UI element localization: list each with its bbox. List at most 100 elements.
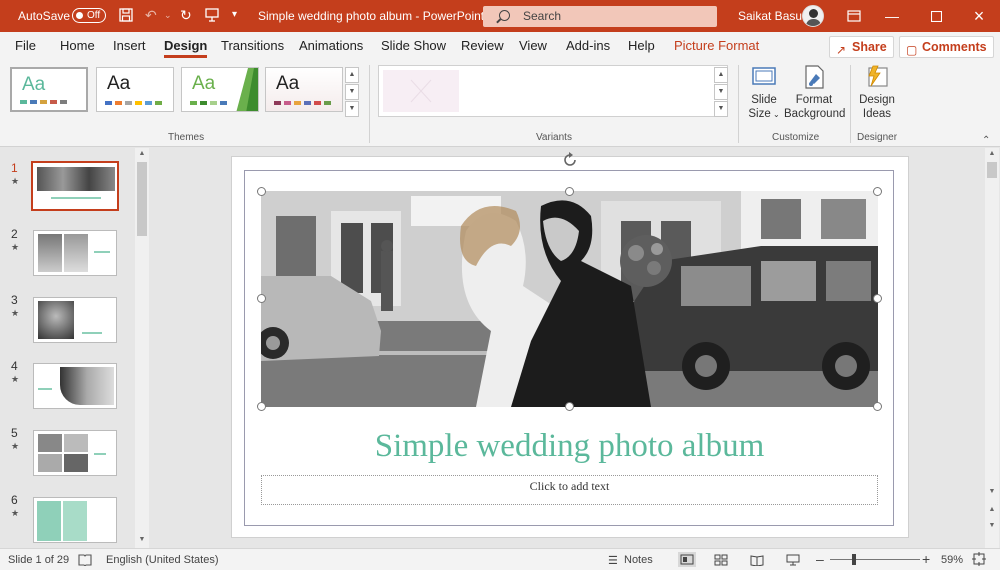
resize-handle-bottom-left[interactable] — [257, 402, 266, 411]
autosave-toggle[interactable]: Off — [72, 8, 106, 23]
tab-animations[interactable]: Animations — [299, 38, 363, 53]
gallery-more-icon[interactable]: ▼ — [714, 101, 728, 117]
previous-slide-icon[interactable]: ▲ — [985, 504, 999, 516]
scroll-down-icon[interactable]: ▼ — [135, 534, 149, 546]
reading-view-icon[interactable] — [750, 554, 764, 569]
theme-integral[interactable]: Aa — [265, 67, 343, 112]
resize-handle-bottom-right[interactable] — [873, 402, 882, 411]
customize-qat-icon[interactable]: ▾ — [232, 7, 237, 23]
scroll-up-icon[interactable]: ▲ — [985, 148, 999, 160]
theme-facet[interactable]: Aa — [181, 67, 259, 112]
share-button[interactable]: ↗ Share — [829, 36, 894, 58]
variant-placeholder[interactable] — [383, 70, 459, 112]
design-ideas-label-2: Ideas — [862, 108, 892, 120]
notes-button[interactable]: Notes — [624, 554, 653, 566]
zoom-slider[interactable] — [830, 559, 920, 560]
tab-insert[interactable]: Insert — [113, 38, 146, 53]
tab-home[interactable]: Home — [60, 38, 95, 53]
tab-slide-show[interactable]: Slide Show — [381, 38, 446, 53]
design-ideas-button[interactable]: Design Ideas — [857, 64, 897, 121]
theme-office[interactable]: Aa — [96, 67, 174, 112]
zoom-level[interactable]: 59% — [941, 554, 963, 566]
scrollbar-thumb[interactable] — [987, 162, 997, 178]
slide-thumbnail-2[interactable] — [33, 230, 117, 276]
scroll-down-icon[interactable]: ▼ — [985, 486, 999, 498]
slide-thumbnail-1[interactable] — [31, 161, 119, 211]
collapse-ribbon-icon[interactable]: ⌃ — [982, 135, 990, 146]
tab-picture-format[interactable]: Picture Format — [674, 38, 759, 53]
animation-star-icon: ★ — [11, 242, 20, 252]
design-ideas-label: Design — [859, 94, 895, 106]
format-background-button[interactable]: Format Background — [784, 64, 845, 121]
slide-size-button[interactable]: Slide Size ⌄ — [746, 64, 782, 122]
editor-scrollbar[interactable]: ▲ ▼ ▲ ▼ — [985, 148, 999, 548]
zoom-slider-thumb[interactable] — [852, 554, 856, 565]
thumbnails-scrollbar[interactable]: ▲ ▼ — [135, 148, 149, 548]
ribbon: Aa Aa Aa Aa ▲ ▼ ▼ Themes ▲ ▼ ▼ Variants … — [0, 59, 1000, 147]
zoom-out-icon[interactable]: – — [816, 551, 824, 567]
resize-handle-top-left[interactable] — [257, 187, 266, 196]
close-icon[interactable]: × — [956, 0, 1000, 32]
resize-handle-bottom[interactable] — [565, 402, 574, 411]
search-box[interactable]: Search — [483, 6, 717, 27]
themes-gallery-scroll[interactable]: ▲ ▼ ▼ — [345, 67, 359, 117]
group-separator — [850, 65, 851, 143]
user-name[interactable]: Saikat Basu — [738, 9, 802, 23]
maximize-icon[interactable] — [913, 0, 959, 32]
redo-icon[interactable]: ↻ — [180, 7, 192, 23]
undo-dropdown-icon[interactable]: ⌄ — [164, 7, 172, 23]
theme-sample-text: Aa — [192, 73, 216, 94]
gallery-down-icon[interactable]: ▼ — [714, 84, 728, 100]
avatar[interactable] — [802, 5, 824, 27]
thumbnail-title — [38, 388, 52, 390]
slide-sorter-icon[interactable] — [714, 554, 728, 569]
slide-thumbnail-3[interactable] — [33, 297, 117, 343]
slideshow-view-icon[interactable] — [786, 554, 800, 569]
thumbnail-photo — [38, 454, 62, 472]
notes-icon[interactable]: ☰ — [608, 554, 618, 567]
present-icon[interactable] — [204, 7, 220, 26]
undo-icon[interactable]: ↶ — [145, 7, 157, 23]
normal-view-icon[interactable] — [678, 552, 696, 567]
tab-review[interactable]: Review — [461, 38, 504, 53]
animation-star-icon: ★ — [11, 441, 20, 451]
gallery-up-icon[interactable]: ▲ — [345, 67, 359, 83]
slide-thumbnail-5[interactable] — [33, 430, 117, 476]
gallery-more-icon[interactable]: ▼ — [345, 101, 359, 117]
tab-view[interactable]: View — [519, 38, 547, 53]
language-status[interactable]: English (United States) — [106, 554, 219, 566]
scroll-up-icon[interactable]: ▲ — [135, 148, 149, 160]
accessibility-icon[interactable] — [78, 554, 92, 569]
slide-counter: Slide 1 of 29 — [8, 554, 70, 566]
tab-transitions[interactable]: Transitions — [221, 38, 284, 53]
zoom-in-icon[interactable]: + — [922, 551, 930, 567]
gallery-down-icon[interactable]: ▼ — [345, 84, 359, 100]
tab-help[interactable]: Help — [628, 38, 655, 53]
group-separator — [738, 65, 739, 143]
resize-handle-top[interactable] — [565, 187, 574, 196]
save-icon[interactable] — [118, 7, 134, 26]
resize-handle-top-right[interactable] — [873, 187, 882, 196]
tab-add-ins[interactable]: Add-ins — [566, 38, 610, 53]
ribbon-tabs: File Home Insert Design Transitions Anim… — [0, 32, 1000, 59]
next-slide-icon[interactable]: ▼ — [985, 520, 999, 532]
rotate-handle-icon[interactable] — [561, 151, 579, 169]
resize-handle-left[interactable] — [257, 294, 266, 303]
variants-gallery-scroll[interactable]: ▲ ▼ ▼ — [714, 67, 728, 117]
slide-title[interactable]: Simple wedding photo album — [261, 428, 878, 465]
slide-thumbnail-4[interactable] — [33, 363, 117, 409]
comments-button[interactable]: ▢ Comments — [899, 36, 994, 58]
minimize-icon[interactable]: — — [869, 0, 915, 32]
variants-gallery[interactable] — [378, 65, 728, 117]
slide-thumbnail-6[interactable] — [33, 497, 117, 543]
tab-file[interactable]: File — [15, 38, 36, 53]
wedding-photo[interactable] — [261, 191, 878, 407]
fit-to-window-icon[interactable] — [972, 552, 986, 569]
tab-design[interactable]: Design — [164, 38, 208, 58]
scrollbar-thumb[interactable] — [137, 162, 147, 236]
resize-handle-right[interactable] — [873, 294, 882, 303]
document-title: Simple wedding photo album - PowerPoint — [258, 9, 485, 23]
gallery-up-icon[interactable]: ▲ — [714, 67, 728, 83]
subtitle-placeholder[interactable]: Click to add text — [261, 475, 878, 505]
theme-office-light[interactable]: Aa — [10, 67, 88, 112]
